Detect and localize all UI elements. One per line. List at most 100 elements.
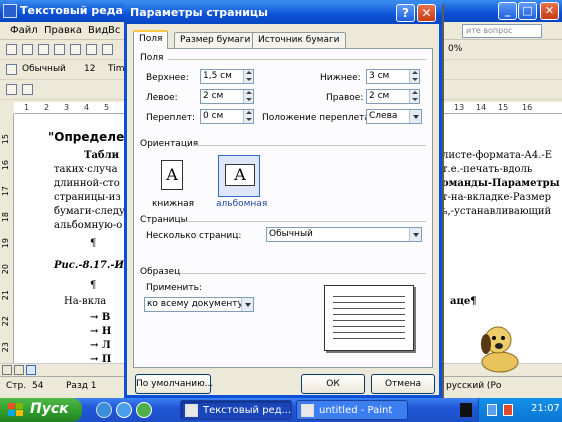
- status-section: Разд 1: [66, 381, 97, 391]
- tab-paper-size[interactable]: Размер бумаги: [174, 32, 257, 48]
- page-preview: [324, 285, 414, 351]
- dropdown-arrow-icon[interactable]: [241, 298, 253, 311]
- vruler-tick: 15: [1, 134, 10, 145]
- font-combo[interactable]: Tim: [108, 64, 125, 74]
- status-language: русский (Ро: [446, 381, 502, 391]
- status-page-label: Стр.: [6, 381, 27, 391]
- spell-icon[interactable]: [86, 44, 97, 55]
- tab-paper-source[interactable]: Источник бумаги: [252, 32, 346, 48]
- spin-arrows-icon[interactable]: [409, 70, 419, 83]
- doc-line: длинной-сто: [54, 178, 120, 189]
- menu-edit[interactable]: Правка: [44, 25, 82, 36]
- portrait-label: книжная: [152, 199, 195, 209]
- doc-line: Табли: [84, 150, 120, 161]
- menu-view[interactable]: Вид: [88, 25, 108, 36]
- quicklaunch-ie-icon[interactable]: [116, 402, 132, 418]
- save-icon[interactable]: [38, 44, 49, 55]
- start-button[interactable]: Пуск: [0, 398, 82, 422]
- spin-arrows-icon[interactable]: [409, 90, 419, 103]
- web-view-icon[interactable]: [14, 365, 24, 375]
- dropdown-arrow-icon[interactable]: [409, 110, 421, 123]
- cut-icon[interactable]: [102, 44, 113, 55]
- pen-icon[interactable]: [6, 84, 17, 95]
- print-icon[interactable]: [54, 44, 65, 55]
- style-combo[interactable]: Обычный: [22, 64, 66, 74]
- ok-button[interactable]: ОК: [301, 374, 365, 394]
- pages-group-label: Страницы: [140, 215, 188, 225]
- gutter-spinner[interactable]: 0 см: [200, 109, 254, 124]
- windows-logo-icon: [8, 403, 23, 416]
- separator: [186, 221, 426, 222]
- orientation-group-label: Ориентация: [140, 139, 199, 149]
- sample-group-label: Образец: [140, 267, 181, 277]
- task-paint[interactable]: untitled - Paint: [296, 400, 408, 420]
- preview-icon[interactable]: [70, 44, 81, 55]
- vruler-tick: 22: [1, 316, 10, 327]
- taskbar-square-icon[interactable]: [460, 403, 472, 417]
- font-size-combo[interactable]: 12: [84, 64, 95, 74]
- doc-line: ь,-устанавливающий: [442, 206, 552, 217]
- zoom-value[interactable]: 0%: [448, 44, 462, 54]
- apply-to-combo[interactable]: ко всему документу: [144, 297, 254, 312]
- help-icon[interactable]: ?: [396, 4, 415, 22]
- dialog-title-bar: Параметры страницы ? ✕: [124, 2, 442, 24]
- page-setup-dialog: Параметры страницы ? ✕ Поля Размер бумаг…: [124, 2, 442, 398]
- doc-line: На-вкла: [64, 296, 107, 307]
- new-icon[interactable]: [6, 44, 17, 55]
- ruler-tick: 15: [498, 103, 509, 112]
- bullet-item: → В: [90, 312, 111, 323]
- landscape-option[interactable]: A: [218, 155, 260, 197]
- dropdown-arrow-icon[interactable]: [409, 228, 421, 241]
- print-layout-icon[interactable]: [26, 365, 36, 375]
- spin-arrows-icon[interactable]: [243, 90, 253, 103]
- gutter-label: Переплет:: [146, 113, 196, 123]
- top-margin-label: Верхнее:: [146, 73, 189, 83]
- default-button[interactable]: По умолчанию...: [135, 374, 213, 394]
- dialog-close-icon[interactable]: ✕: [417, 4, 436, 22]
- tray-network-icon[interactable]: [487, 404, 497, 416]
- apply-to-label: Применить:: [146, 283, 202, 293]
- doc-line: оманды-Параметры: [442, 178, 560, 189]
- cancel-button[interactable]: Отмена: [371, 374, 435, 394]
- menu-insert[interactable]: Вс: [108, 25, 120, 36]
- left-margin-label: Левое:: [146, 93, 178, 103]
- eraser-icon[interactable]: [22, 84, 33, 95]
- multiple-pages-value: Обычный: [269, 229, 313, 239]
- open-icon[interactable]: [22, 44, 33, 55]
- tray-security-icon[interactable]: [503, 404, 513, 416]
- left-margin-value: 2 см: [203, 91, 224, 101]
- bottom-margin-spinner[interactable]: 3 см: [366, 69, 420, 84]
- gutter-position-value: Слева: [369, 111, 398, 121]
- left-margin-spinner[interactable]: 2 см: [200, 89, 254, 104]
- spin-arrows-icon[interactable]: [243, 70, 253, 83]
- task-paint-label: untitled - Paint: [319, 405, 393, 416]
- office-assistant-dog-icon[interactable]: [470, 318, 528, 376]
- doc-line: т.е.-печать-вдоль: [442, 164, 533, 175]
- tab-margins[interactable]: Поля: [133, 30, 169, 49]
- clock: 21:07: [531, 403, 560, 414]
- task-word[interactable]: Текстовый ред...: [180, 400, 292, 420]
- normal-view-icon[interactable]: [2, 365, 12, 375]
- help-search-input[interactable]: ите вопрос: [462, 24, 542, 38]
- spin-arrows-icon[interactable]: [243, 110, 253, 123]
- menu-file[interactable]: Файл: [10, 25, 38, 36]
- right-margin-value: 2 см: [369, 91, 390, 101]
- right-margin-spinner[interactable]: 2 см: [366, 89, 420, 104]
- bottom-margin-label: Нижнее:: [320, 73, 361, 83]
- portrait-option[interactable]: A: [150, 155, 192, 197]
- ruler-tick: 1: [24, 103, 30, 112]
- dialog-title: Параметры страницы: [130, 6, 269, 19]
- quicklaunch-media-icon[interactable]: [136, 402, 152, 418]
- word-close-icon[interactable]: ✕: [540, 2, 559, 20]
- styles-icon[interactable]: [6, 64, 17, 75]
- vertical-ruler: 15 16 17 18 19 20 21 22 23: [0, 114, 14, 364]
- maximize-icon[interactable]: □: [518, 2, 537, 20]
- gutter-position-combo[interactable]: Слева: [366, 109, 422, 124]
- multiple-pages-combo[interactable]: Обычный: [266, 227, 422, 242]
- top-margin-spinner[interactable]: 1,5 см: [200, 69, 254, 84]
- doc-line: альбомную-о: [54, 220, 123, 231]
- vruler-tick: 21: [1, 290, 10, 301]
- minimize-icon[interactable]: _: [498, 2, 517, 20]
- quicklaunch-desktop-icon[interactable]: [96, 402, 112, 418]
- ruler-tick: 16: [522, 103, 533, 112]
